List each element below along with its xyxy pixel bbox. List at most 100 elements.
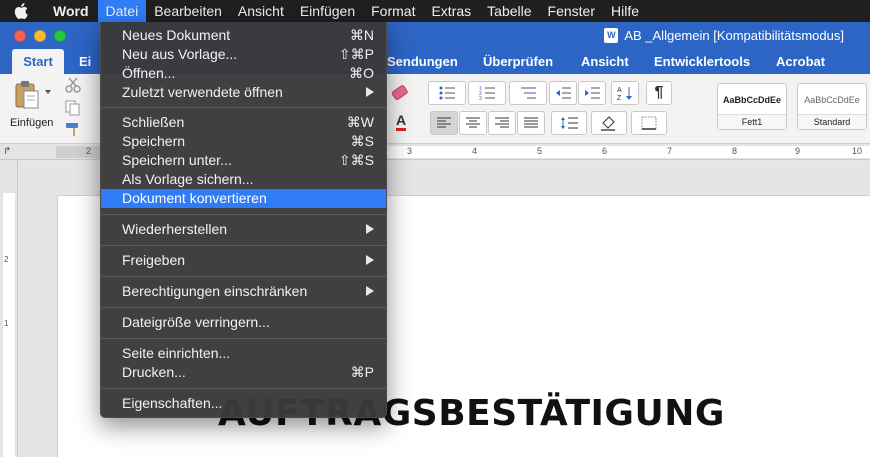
menu-item-shortcut: ⇧⌘S xyxy=(338,152,374,168)
submenu-arrow-icon xyxy=(366,224,374,234)
paste-icon[interactable] xyxy=(14,80,40,110)
numbering-button[interactable]: 123 xyxy=(468,81,506,105)
tab-acrobat[interactable]: Acrobat xyxy=(776,49,825,74)
menu-item-speichern-unter[interactable]: Speichern unter... ⇧⌘S xyxy=(101,151,386,170)
menu-item-label: Speichern xyxy=(122,133,186,149)
cut-icon[interactable] xyxy=(65,77,81,93)
style-fett1[interactable]: AaBbCcDdEe Fett1 xyxy=(717,83,787,130)
bullets-icon xyxy=(439,86,455,100)
menu-item-shortcut: ⇧⌘P xyxy=(338,46,374,62)
sort-icon: AZ xyxy=(617,87,632,101)
align-center-icon xyxy=(466,117,480,128)
menu-item-label: Als Vorlage sichern... xyxy=(122,171,254,187)
outdent-icon xyxy=(556,87,571,99)
menu-item-zuletzt-verwendete[interactable]: Zuletzt verwendete öffnen xyxy=(101,83,386,102)
menu-item-berechtigungen[interactable]: Berechtigungen einschränken xyxy=(101,282,386,301)
document-title: W AB _Allgemein [Kompatibilitätsmodus] xyxy=(604,22,844,49)
paste-dropdown-icon[interactable] xyxy=(44,88,52,96)
font-color-icon[interactable]: A xyxy=(396,113,407,131)
menu-item-dokument-konvertieren[interactable]: Dokument konvertieren xyxy=(101,189,386,208)
menubar-bearbeiten[interactable]: Bearbeiten xyxy=(146,0,230,22)
tab-entwicklertools[interactable]: Entwicklertools xyxy=(654,49,750,74)
multilevel-list-button[interactable] xyxy=(509,81,547,105)
borders-button[interactable] xyxy=(631,111,667,135)
indent-button[interactable] xyxy=(578,81,606,105)
align-right-button[interactable] xyxy=(488,111,516,135)
menu-item-label: Öffnen... xyxy=(122,65,176,81)
sort-button[interactable]: AZ xyxy=(611,81,639,105)
numbering-icon: 123 xyxy=(479,86,495,100)
window-maximize-button[interactable] xyxy=(54,30,66,42)
menu-item-schliessen[interactable]: Schließen ⌘W xyxy=(101,113,386,132)
menu-item-label: Speichern unter... xyxy=(122,152,232,168)
shading-icon xyxy=(601,116,615,131)
eraser-icon[interactable] xyxy=(389,84,411,104)
menu-item-label: Eigenschaften... xyxy=(122,395,223,411)
menu-item-dateigroesse[interactable]: Dateigröße verringern... xyxy=(101,313,386,332)
menu-item-drucken[interactable]: Drucken... ⌘P xyxy=(101,363,386,382)
menubar-datei[interactable]: Datei xyxy=(97,0,147,22)
menu-item-neu-aus-vorlage[interactable]: Neu aus Vorlage... ⇧⌘P xyxy=(101,45,386,64)
ruler-number: 9 xyxy=(795,146,801,156)
menu-item-shortcut: ⌘P xyxy=(350,364,374,380)
tab-start[interactable]: Start xyxy=(12,49,64,74)
window-minimize-button[interactable] xyxy=(34,30,46,42)
tab-ueberpruefen[interactable]: Überprüfen xyxy=(483,49,553,74)
menu-item-als-vorlage-sichern[interactable]: Als Vorlage sichern... xyxy=(101,170,386,189)
menu-item-seite-einrichten[interactable]: Seite einrichten... xyxy=(101,344,386,363)
svg-text:A: A xyxy=(617,87,622,94)
shading-button[interactable] xyxy=(591,111,627,135)
menu-item-speichern[interactable]: Speichern ⌘S xyxy=(101,132,386,151)
menu-item-freigeben[interactable]: Freigeben xyxy=(101,251,386,270)
menu-separator xyxy=(101,214,386,215)
copy-icon[interactable] xyxy=(65,100,81,116)
menu-item-wiederherstellen[interactable]: Wiederherstellen xyxy=(101,220,386,239)
menubar-app-word[interactable]: Word xyxy=(42,0,98,22)
tab-stop-selector[interactable]: ↱ xyxy=(0,144,18,160)
menu-item-eigenschaften[interactable]: Eigenschaften... xyxy=(101,394,386,413)
ruler-number: 6 xyxy=(602,146,608,156)
justify-button[interactable] xyxy=(517,111,545,135)
menubar-extras[interactable]: Extras xyxy=(423,0,479,22)
menu-item-label: Neu aus Vorlage... xyxy=(122,46,238,62)
menu-item-oeffnen[interactable]: Öffnen... ⌘O xyxy=(101,64,386,83)
submenu-arrow-icon xyxy=(366,255,374,265)
tab-sendungen[interactable]: Sendungen xyxy=(387,49,458,74)
menu-item-label: Drucken... xyxy=(122,364,186,380)
document-title-text: AB _Allgemein [Kompatibilitätsmodus] xyxy=(624,28,844,43)
menu-separator xyxy=(101,338,386,339)
ruler-number: 10 xyxy=(852,146,863,156)
pilcrow-icon: ¶ xyxy=(654,84,664,101)
outdent-button[interactable] xyxy=(549,81,577,105)
window-close-button[interactable] xyxy=(14,30,26,42)
ruler-number: 3 xyxy=(407,146,413,156)
submenu-arrow-icon xyxy=(366,87,374,97)
show-formatting-button[interactable]: ¶ xyxy=(646,81,672,105)
vertical-ruler[interactable]: 2 1 xyxy=(0,160,18,457)
style-fett1-name: Fett1 xyxy=(718,114,786,129)
align-left-icon xyxy=(437,117,451,128)
line-spacing-button[interactable] xyxy=(551,111,587,135)
menubar-hilfe[interactable]: Hilfe xyxy=(603,0,647,22)
menu-separator xyxy=(101,107,386,108)
style-standard[interactable]: AaBbCcDdEe Standard xyxy=(797,83,867,130)
menubar-format[interactable]: Format xyxy=(363,0,423,22)
menu-item-label: Dateigröße verringern... xyxy=(122,314,270,330)
align-left-button[interactable] xyxy=(430,111,458,135)
menubar-einfuegen[interactable]: Einfügen xyxy=(292,0,363,22)
menu-item-neues-dokument[interactable]: Neues Dokument ⌘N xyxy=(101,26,386,45)
apple-icon[interactable] xyxy=(0,0,42,22)
menubar-fenster[interactable]: Fenster xyxy=(540,0,603,22)
bullets-button[interactable] xyxy=(428,81,466,105)
align-center-button[interactable] xyxy=(459,111,487,135)
tab-ansicht[interactable]: Ansicht xyxy=(581,49,629,74)
menu-item-label: Schließen xyxy=(122,114,185,130)
format-painter-icon[interactable] xyxy=(65,121,81,137)
tab-einfuegen[interactable]: Ei xyxy=(79,49,91,74)
menu-item-shortcut: ⌘S xyxy=(350,133,374,149)
menu-item-shortcut: ⌘W xyxy=(346,114,374,130)
menubar-tabelle[interactable]: Tabelle xyxy=(479,0,539,22)
menu-item-label: Berechtigungen einschränken xyxy=(122,283,308,299)
menubar-ansicht[interactable]: Ansicht xyxy=(230,0,292,22)
style-standard-name: Standard xyxy=(798,114,866,129)
